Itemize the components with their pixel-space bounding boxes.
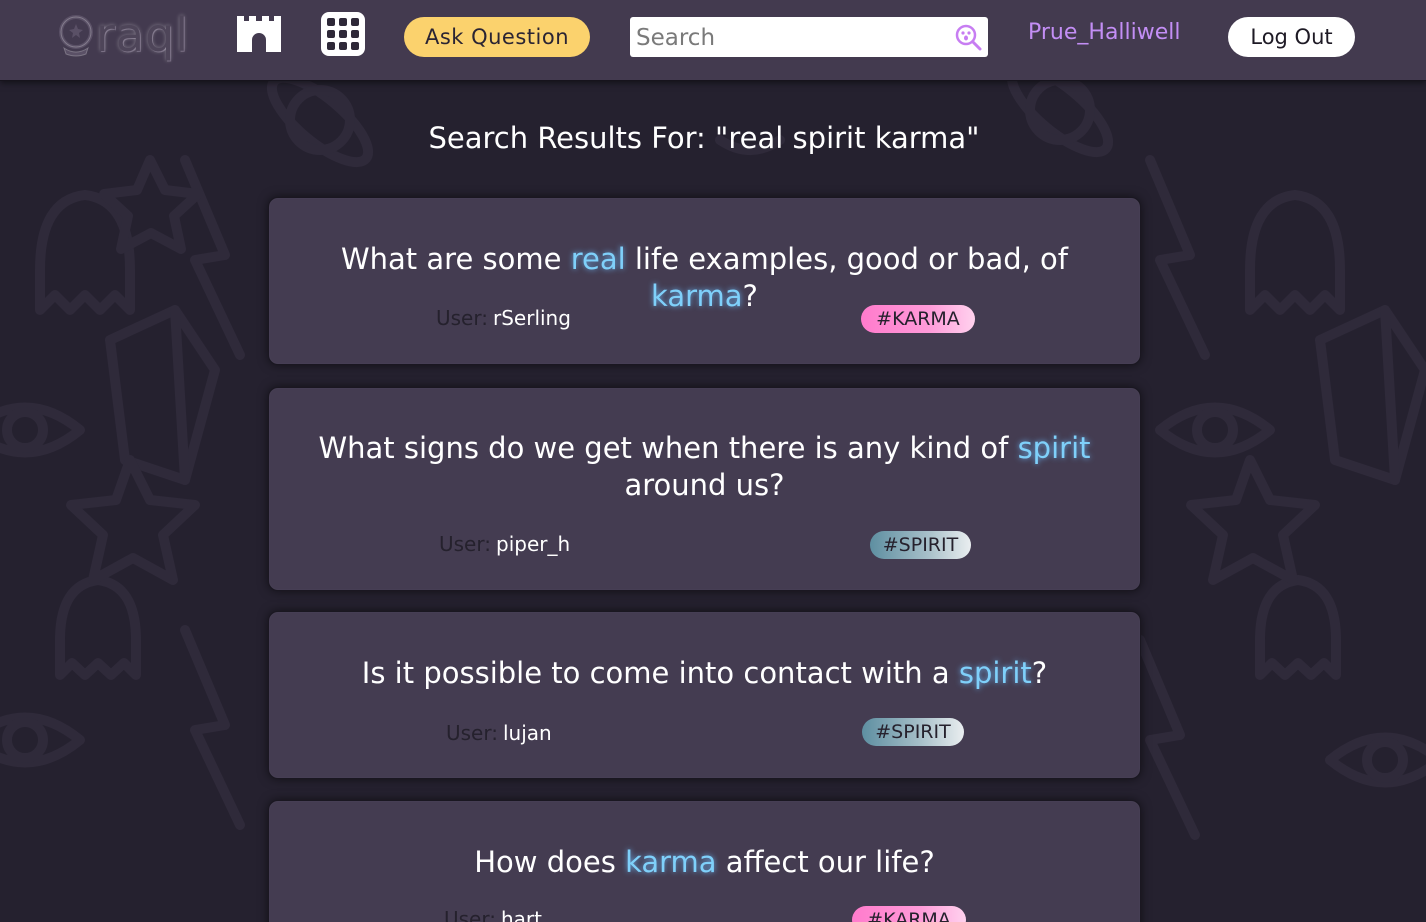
result-card[interactable]: Is it possible to come into contact with… bbox=[268, 611, 1141, 779]
highlight-term: spirit bbox=[958, 656, 1032, 690]
user-label: User: bbox=[439, 532, 491, 556]
question-author[interactable]: hart bbox=[501, 907, 542, 922]
question-author[interactable]: piper_h bbox=[496, 532, 570, 556]
question-title[interactable]: What are some real life examples, good o… bbox=[299, 241, 1110, 315]
highlight-term: spirit bbox=[1017, 431, 1091, 465]
crystal-ball-icon bbox=[59, 15, 93, 57]
question-title[interactable]: How does karma affect our life? bbox=[299, 844, 1110, 881]
result-card[interactable]: What signs do we get when there is any k… bbox=[268, 387, 1141, 591]
highlight-term: karma bbox=[651, 279, 743, 313]
castle-icon[interactable] bbox=[237, 12, 281, 56]
grid-icon[interactable] bbox=[321, 12, 365, 56]
result-card[interactable]: How does karma affect our life? User: ha… bbox=[268, 800, 1141, 922]
highlight-term: karma bbox=[625, 845, 717, 879]
question-title[interactable]: What signs do we get when there is any k… bbox=[299, 430, 1110, 504]
tag-badge[interactable]: #KARMA bbox=[852, 906, 966, 922]
user-label: User: bbox=[436, 306, 488, 330]
results-heading: Search Results For: "real spirit karma" bbox=[428, 121, 980, 155]
logout-button[interactable]: Log Out bbox=[1228, 17, 1355, 57]
tag-badge[interactable]: #KARMA bbox=[861, 305, 975, 333]
top-navbar: raql Ask Question Search Prue_Halliwell … bbox=[0, 0, 1426, 81]
search-box bbox=[630, 17, 988, 59]
username-link[interactable]: Prue_Halliwell bbox=[1028, 20, 1181, 45]
highlight-term: real bbox=[570, 242, 626, 276]
question-author[interactable]: lujan bbox=[503, 721, 552, 745]
result-card[interactable]: What are some real life examples, good o… bbox=[268, 197, 1141, 365]
tag-badge[interactable]: #SPIRIT bbox=[870, 531, 971, 559]
user-label: User: bbox=[444, 907, 496, 922]
ask-question-button[interactable]: Ask Question bbox=[404, 17, 590, 57]
logo[interactable]: raql bbox=[58, 6, 189, 64]
magnifier-ghost-icon[interactable] bbox=[954, 23, 982, 51]
search-input[interactable] bbox=[634, 17, 948, 59]
logo-text: raql bbox=[96, 8, 190, 62]
user-label: User: bbox=[446, 721, 498, 745]
tag-badge[interactable]: #SPIRIT bbox=[862, 718, 964, 746]
question-title[interactable]: Is it possible to come into contact with… bbox=[299, 655, 1110, 692]
question-author[interactable]: rSerling bbox=[493, 306, 571, 330]
